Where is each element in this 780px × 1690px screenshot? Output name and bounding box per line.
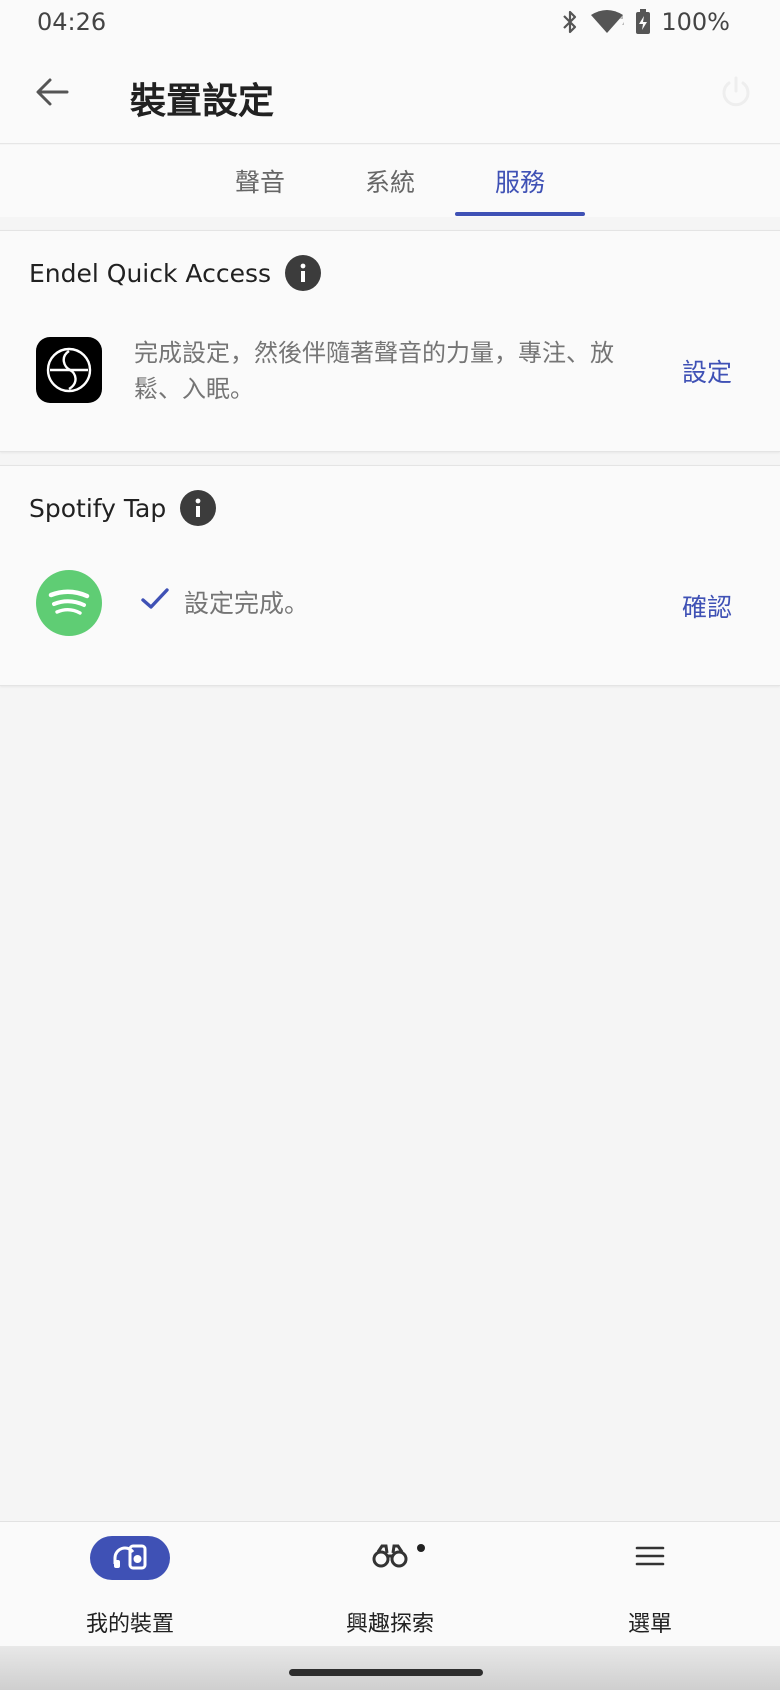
service-description-endel: 完成設定，然後伴隨著聲音的力量，專注、放鬆、入眠。 bbox=[134, 339, 614, 403]
nav-icon-container bbox=[610, 1536, 690, 1580]
nav-icon-container bbox=[90, 1536, 170, 1580]
service-title-spotify: Spotify Tap bbox=[29, 493, 167, 523]
battery-level: 100% bbox=[661, 8, 730, 36]
menu-icon bbox=[635, 1545, 665, 1571]
power-button[interactable] bbox=[712, 70, 760, 118]
nav-label-menu: 選單 bbox=[627, 1612, 672, 1637]
nav-item-discover[interactable]: 興趣探索 bbox=[290, 1522, 490, 1647]
tab-bar: 聲音 系統 服務 bbox=[0, 145, 780, 217]
endel-logo-icon bbox=[36, 337, 102, 403]
tab-sound[interactable]: 聲音 bbox=[195, 145, 325, 217]
setup-status-text: 設定完成。 bbox=[184, 589, 310, 618]
service-card-endel: Endel Quick Access 完成設定，然後伴隨著聲音的力量，專注、放鬆… bbox=[0, 230, 780, 452]
page-title: 裝置設定 bbox=[130, 81, 275, 122]
system-gesture-bar bbox=[0, 1646, 780, 1690]
back-button[interactable] bbox=[26, 68, 78, 120]
nav-label-my-device: 我的裝置 bbox=[85, 1612, 174, 1637]
arrow-left-icon bbox=[35, 77, 69, 111]
bluetooth-icon bbox=[561, 9, 579, 35]
bottom-navigation: 我的裝置 興趣探索 選單 bbox=[0, 1521, 780, 1646]
status-bar: 04:26 100% bbox=[0, 0, 780, 46]
nav-item-my-device[interactable]: 我的裝置 bbox=[30, 1522, 230, 1647]
service-card-spotify: Spotify Tap 設定完成。 確認 bbox=[0, 465, 780, 686]
confirm-button-spotify[interactable]: 確認 bbox=[682, 588, 732, 624]
service-title-endel: Endel Quick Access bbox=[29, 258, 272, 288]
card-title-row: Spotify Tap bbox=[29, 490, 217, 526]
nav-icon-container bbox=[350, 1536, 430, 1580]
tab-services[interactable]: 服務 bbox=[455, 145, 585, 217]
nav-item-menu[interactable]: 選單 bbox=[550, 1522, 750, 1647]
app-bar: 裝置設定 bbox=[0, 46, 780, 144]
info-icon[interactable] bbox=[180, 490, 217, 526]
spotify-logo-icon bbox=[36, 570, 102, 636]
status-icons: 100% bbox=[561, 8, 730, 36]
tab-indicator bbox=[455, 212, 585, 216]
tab-system[interactable]: 系統 bbox=[325, 145, 455, 217]
setup-status-row: 設定完成。 bbox=[140, 584, 309, 620]
card-title-row: Endel Quick Access bbox=[29, 255, 322, 291]
battery-charging-icon bbox=[635, 9, 651, 35]
power-icon bbox=[719, 75, 753, 113]
info-icon[interactable] bbox=[285, 255, 322, 291]
setup-button-endel[interactable]: 設定 bbox=[682, 353, 732, 389]
status-time: 04:26 bbox=[37, 8, 107, 36]
headphones-device-icon bbox=[112, 1542, 148, 1574]
notification-dot bbox=[417, 1544, 425, 1552]
nav-label-discover: 興趣探索 bbox=[345, 1612, 434, 1637]
binoculars-icon bbox=[372, 1543, 408, 1573]
check-icon bbox=[140, 587, 170, 617]
wifi-icon bbox=[589, 9, 625, 35]
home-gesture-handle[interactable] bbox=[289, 1669, 483, 1676]
